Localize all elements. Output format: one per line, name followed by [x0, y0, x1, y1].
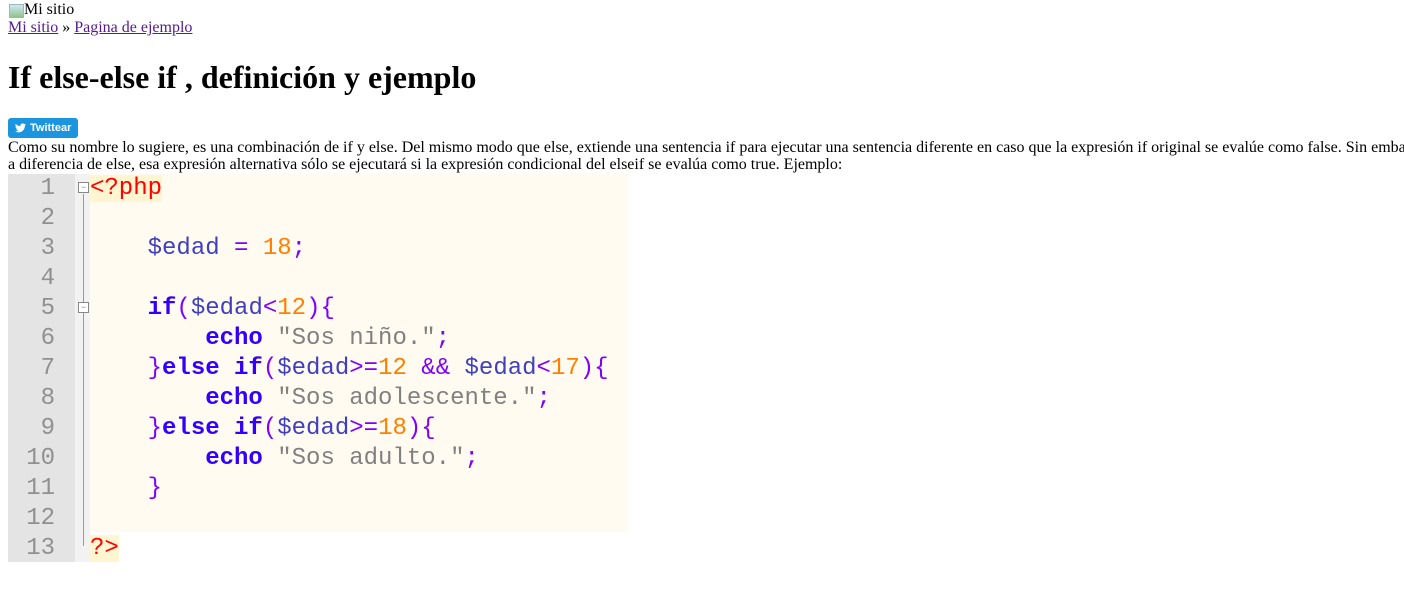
code-token-ws: [90, 235, 148, 262]
code-token-op: ;: [536, 385, 551, 412]
code-token-op: ;: [464, 445, 479, 472]
paragraph-line: Como su nombre lo sugiere, es una combin…: [8, 139, 1404, 156]
code-text: }else if($edad>=18){: [90, 414, 436, 444]
code-token-var: $edad: [147, 235, 220, 262]
line-number: 13: [26, 535, 55, 562]
code-token-ws: [263, 385, 277, 412]
code-token-op: =: [234, 235, 249, 262]
breadcrumb-home-link[interactable]: Mi sitio: [8, 19, 58, 36]
code-token-ws: [407, 355, 421, 382]
code-token-ws: [263, 325, 277, 352]
code-text: echo "Sos adolescente.";: [90, 384, 551, 414]
code-text: }: [90, 474, 162, 504]
code-token-str: "Sos adulto.": [277, 445, 465, 472]
code-token-kw: else if: [162, 415, 263, 442]
code-token-tag: ?>: [90, 535, 119, 562]
article-paragraph: Como su nombre lo sugiere, es una combin…: [8, 139, 1404, 173]
line-number: 8: [40, 385, 55, 412]
code-token-op: ){: [306, 295, 335, 322]
code-token-str: "Sos niño.": [277, 325, 436, 352]
line-number: 3: [40, 235, 55, 262]
page-title: If else-else if , definición y ejemplo: [8, 59, 477, 95]
code-text: $edad = 18;: [90, 234, 306, 264]
code-token-op: <: [262, 295, 278, 322]
code-token-var: $edad: [190, 295, 263, 322]
code-token-var: $edad: [277, 415, 350, 442]
code-token-op: }: [147, 415, 163, 442]
code-token-num: 12: [277, 295, 307, 322]
code-token-kw: echo: [205, 385, 263, 412]
code-token-var: $edad: [464, 355, 537, 382]
code-token-op: ;: [435, 325, 451, 352]
code-token-num: 12: [378, 355, 407, 382]
code-token-num: 17: [550, 355, 580, 382]
code-token-kw: else if: [162, 355, 263, 382]
logo-alt-text: Mi sitio: [24, 1, 75, 18]
broken-image-icon: [8, 2, 24, 18]
line-number: 4: [40, 265, 55, 292]
fold-collapse-icon: −: [78, 302, 89, 313]
line-number: 7: [40, 355, 55, 382]
code-token-op: ;: [291, 235, 307, 262]
code-token-kw: echo: [205, 445, 263, 472]
code-token-op: &&: [421, 355, 451, 382]
code-token-kw: echo: [205, 325, 263, 352]
code-text: }else if($edad>=12 && $edad<17){: [90, 354, 609, 384]
code-token-ws: [90, 415, 148, 442]
code-text: echo "Sos niño.";: [90, 324, 450, 354]
code-token-op: >=: [349, 415, 379, 442]
code-token-op: }: [147, 475, 163, 502]
breadcrumb: Mi sitio » Pagina de ejemplo: [8, 19, 1396, 38]
breadcrumb-separator: »: [62, 19, 71, 36]
code-text: ?>: [90, 534, 119, 564]
fold-collapse-icon: −: [78, 182, 89, 193]
code-token-op: (: [262, 415, 278, 442]
code-token-ws: [90, 445, 205, 472]
line-number: 9: [40, 415, 55, 442]
code-token-op: <: [536, 355, 551, 382]
line-number: 11: [26, 475, 55, 502]
code-token-ws: [90, 325, 205, 352]
code-token-ws: [90, 355, 148, 382]
code-token-op: ){: [579, 355, 609, 382]
paragraph-line: a diferencia de else, esa expresión alte…: [8, 156, 843, 173]
code-token-ws: [450, 355, 464, 382]
breadcrumb-current-link[interactable]: Pagina de ejemplo: [74, 19, 192, 36]
code-token-ws: [90, 475, 148, 502]
code-token-ws: [90, 385, 205, 412]
code-token-ws: [248, 235, 262, 262]
code-token-tag: <?php: [90, 175, 163, 202]
line-number: 2: [40, 205, 55, 232]
code-screenshot: − − 1 <?php 2 3 $edad = 18; 4 5 if($edad<12){…: [8, 174, 636, 562]
code-token-ws: [263, 445, 277, 472]
line-number: 1: [40, 175, 55, 202]
line-number: 10: [26, 445, 55, 472]
code-token-kw: if: [147, 295, 177, 322]
code-text: echo "Sos adulto.";: [90, 444, 479, 474]
code-token-str: "Sos adolescente.": [277, 385, 537, 412]
line-number: 6: [40, 325, 55, 352]
tweet-button-label: Twittear: [30, 122, 72, 134]
site-logo[interactable]: Mi sitio: [8, 1, 1396, 19]
code-token-op: }: [147, 355, 163, 382]
fold-guide: [83, 194, 84, 546]
code-token-op: (: [262, 355, 278, 382]
code-token-ws: [220, 235, 234, 262]
code-token-ws: [90, 295, 148, 322]
code-token-op: (: [176, 295, 191, 322]
code-text: <?php: [90, 174, 163, 204]
twitter-bird-icon: [15, 123, 26, 133]
code-token-op: ){: [406, 415, 436, 442]
code-token-op: >=: [349, 355, 379, 382]
code-token-num: 18: [378, 415, 407, 442]
code-token-num: 18: [262, 235, 292, 262]
tweet-button[interactable]: Twittear: [8, 118, 79, 138]
code-text: if($edad<12){: [90, 294, 335, 324]
line-number: 12: [26, 505, 55, 532]
line-number: 5: [40, 295, 55, 322]
code-token-var: $edad: [277, 355, 350, 382]
